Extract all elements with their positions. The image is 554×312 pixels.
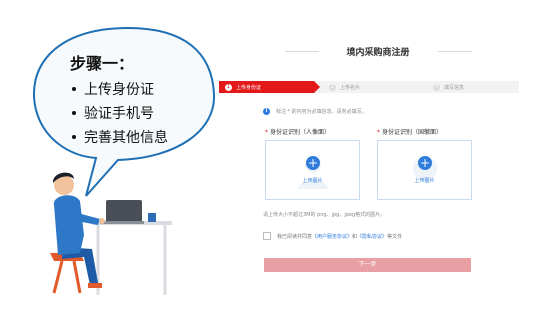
bubble-item: 验证手机号 (70, 102, 168, 126)
id-front-label: * 身份证识别（人像面） (265, 129, 331, 136)
step-progress-bar: 1 上传身份证 2 上传名片 3 填写信息 (219, 81, 519, 93)
upload-front-text[interactable]: 上传图片 (266, 177, 359, 184)
next-step-button[interactable]: 下一步 (264, 258, 471, 272)
id-front-upload[interactable]: + 上传图片 (265, 140, 360, 200)
step-2: 2 上传名片 (329, 83, 361, 91)
user-service-agreement-link[interactable]: 《用户服务协议》 (312, 233, 352, 240)
info-icon: i (263, 108, 270, 115)
plus-icon[interactable]: + (418, 156, 432, 170)
bubble-title: 步骤一： (70, 54, 135, 73)
plus-icon[interactable]: + (306, 156, 320, 170)
privacy-agreement-link[interactable]: 《隐私协议》 (357, 233, 387, 240)
file-size-note: 请上传大小不超过3M的 png、jpg、jpeg格式的图片。 (263, 212, 386, 218)
bubble-content: 步骤一： 上传身份证 验证手机号 完善其他信息 (70, 50, 168, 150)
required-notice: i 标注 * 的内容为必填信息，请务必填写。 (263, 108, 367, 115)
agreement-checkbox[interactable] (263, 232, 271, 240)
bubble-item: 完善其他信息 (70, 126, 168, 150)
person-at-laptop-illustration (50, 172, 172, 295)
title-divider-right (438, 51, 472, 52)
upload-back-text[interactable]: 上传图片 (378, 177, 471, 184)
id-back-upload[interactable]: + 上传图片 (377, 140, 472, 200)
notice-text: 标注 * 的内容为必填信息，请务必填写。 (276, 109, 367, 115)
bubble-item: 上传身份证 (70, 78, 168, 102)
step-3: 3 填写信息 (433, 83, 465, 91)
agreement-row: 我已阅读并同意 《用户服务协议》 和 《隐私协议》 等文件 (263, 232, 402, 240)
id-back-label: * 身份证识别（国徽面） (377, 129, 443, 136)
step-1: 1 上传身份证 (225, 83, 262, 91)
